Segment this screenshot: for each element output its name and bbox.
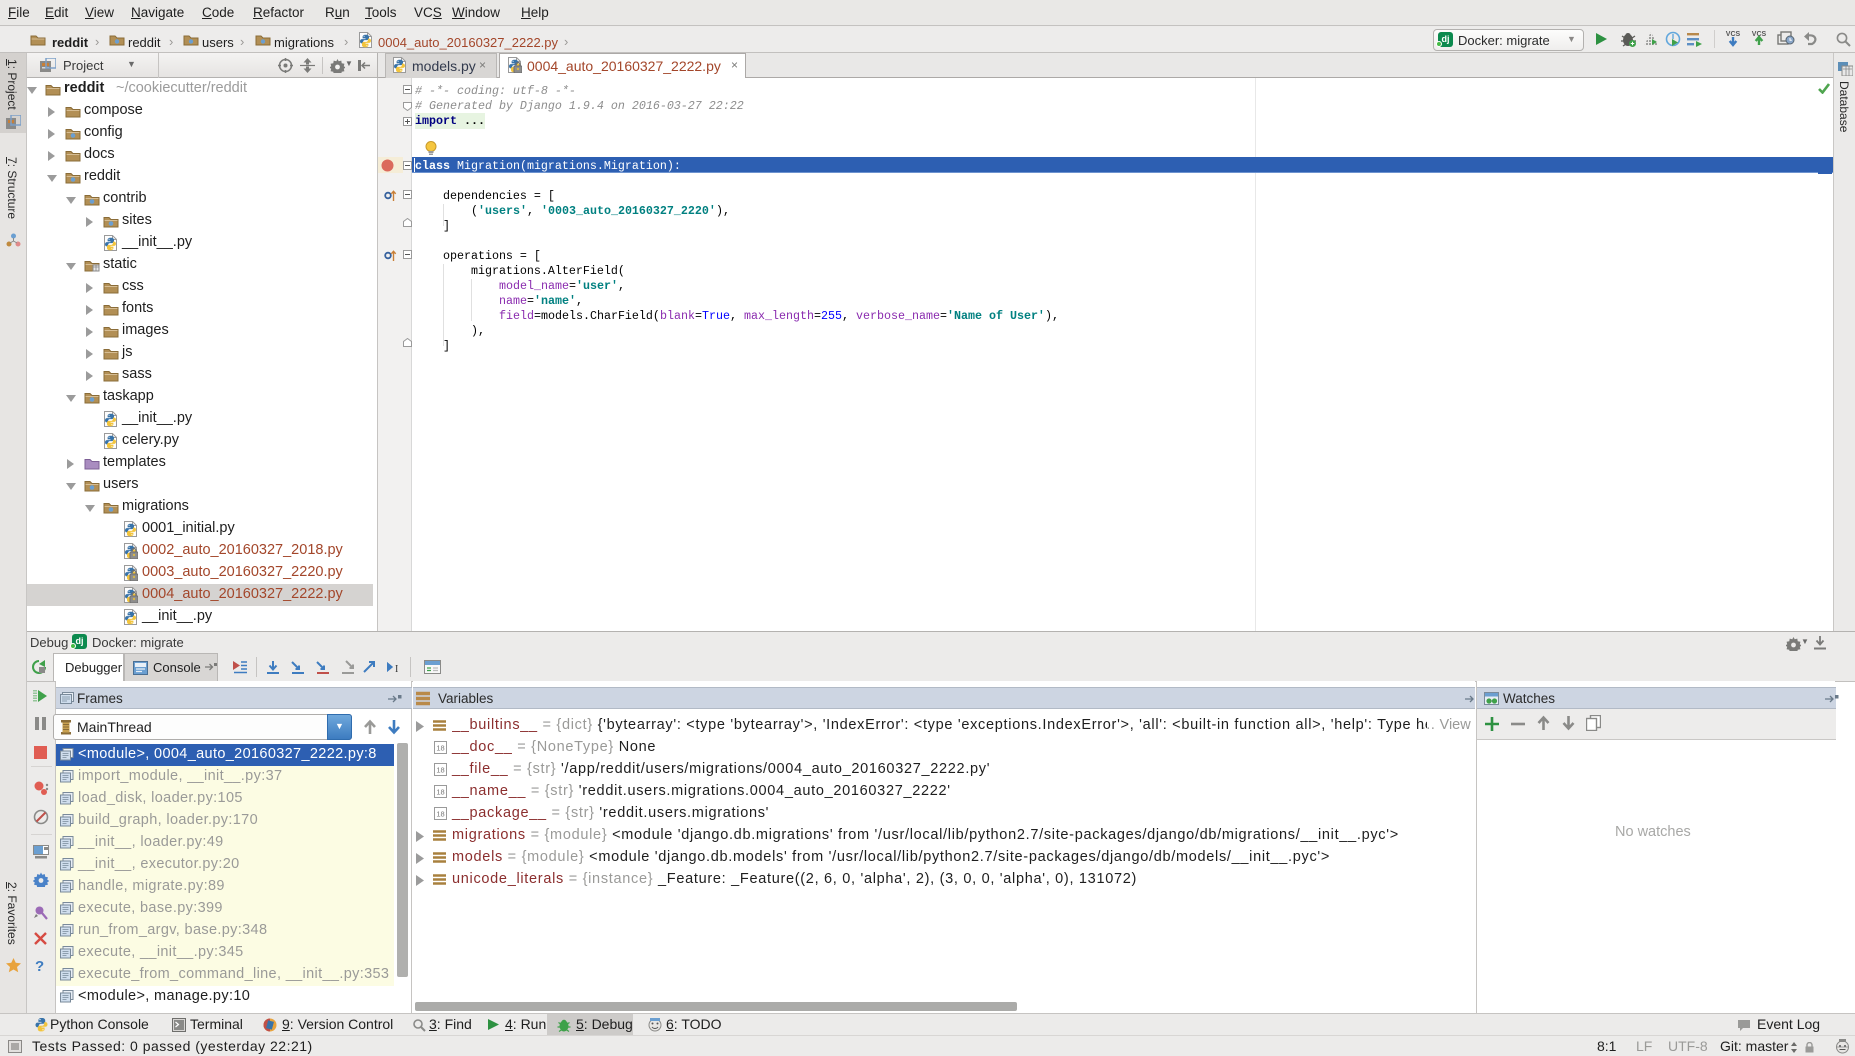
svg-text:VCS: VCS <box>1726 31 1741 38</box>
svg-text:I: I <box>395 664 398 675</box>
svg-text:18: 18 <box>436 744 444 753</box>
svg-text:18: 18 <box>436 810 444 819</box>
svg-text:18: 18 <box>436 788 444 797</box>
svg-text:18: 18 <box>436 766 444 775</box>
